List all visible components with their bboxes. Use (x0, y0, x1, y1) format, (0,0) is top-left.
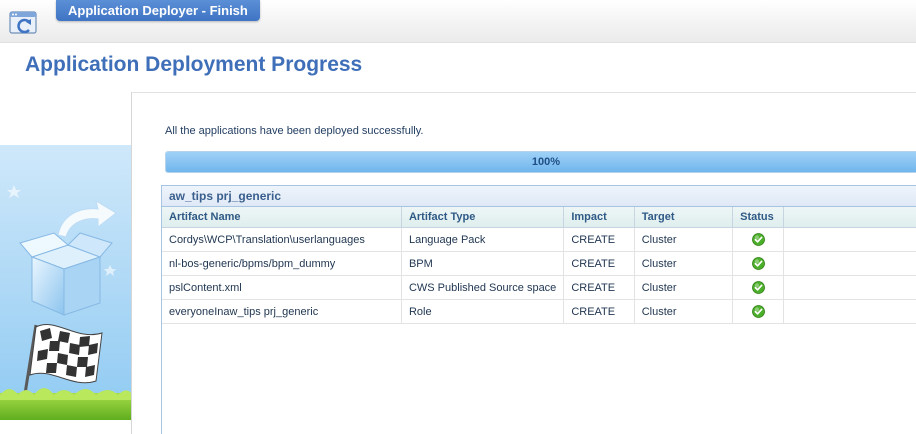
column-header-impact[interactable]: Impact (563, 207, 635, 228)
success-check-icon (751, 281, 765, 294)
artifact-name-cell: pslContent.xml (162, 275, 402, 300)
page-title: Application Deployment Progress (25, 53, 363, 76)
target-cell: Cluster (634, 251, 734, 276)
status-cell (732, 275, 784, 300)
deployment-status-message: All the applications have been deployed … (165, 125, 424, 137)
deployment-banner-illustration (0, 145, 131, 420)
window-title-tab: Application Deployer - Finish (56, 0, 260, 21)
deployment-progress-bar: 100% (165, 151, 916, 173)
deployment-content-panel: All the applications have been deployed … (131, 92, 916, 434)
table-row[interactable]: nl-bos-generic/bpms/bpm_dummy BPM CREATE Cl… (162, 251, 916, 276)
filler-cell (783, 299, 916, 324)
artifact-group-panel: aw_tips prj_generic Artifact Name Artifa… (161, 185, 916, 434)
table-row[interactable]: Cordys\WCP\Translation\userlanguages Lang… (162, 227, 916, 252)
artifacts-table-header: Artifact Name Artifact Type Impact Targe… (162, 207, 916, 228)
filler-cell (783, 251, 916, 276)
column-header-target[interactable]: Target (634, 207, 734, 228)
column-header-filler (783, 207, 916, 228)
application-deployer-icon (9, 9, 39, 35)
impact-cell: CREATE (563, 227, 635, 252)
column-header-artifact-name[interactable]: Artifact Name (162, 207, 402, 228)
filler-cell (783, 275, 916, 300)
table-row[interactable]: pslContent.xml CWS Published Source space… (162, 275, 916, 300)
artifact-type-cell: Language Pack (401, 227, 565, 252)
artifact-type-cell: CWS Published Source space (401, 275, 565, 300)
artifact-group-title: aw_tips prj_generic (162, 186, 916, 207)
column-header-status[interactable]: Status (732, 207, 784, 228)
artifact-type-cell: Role (401, 299, 565, 324)
artifact-name-cell: Cordys\WCP\Translation\userlanguages (162, 227, 402, 252)
artifacts-table: Artifact Name Artifact Type Impact Targe… (162, 207, 916, 324)
success-check-icon (751, 257, 765, 270)
window-header: Application Deployer - Finish (0, 0, 916, 43)
application-deployer-window: Application Deployer - Finish Applicatio… (0, 0, 916, 434)
target-cell: Cluster (634, 275, 734, 300)
target-cell: Cluster (634, 299, 734, 324)
progress-percentage-label: 100% (531, 156, 561, 168)
filler-cell (783, 227, 916, 252)
target-cell: Cluster (634, 227, 734, 252)
impact-cell: CREATE (563, 251, 635, 276)
success-check-icon (751, 305, 765, 318)
artifact-name-cell: everyoneInaw_tips prj_generic (162, 299, 402, 324)
impact-cell: CREATE (563, 299, 635, 324)
impact-cell: CREATE (563, 275, 635, 300)
artifact-type-cell: BPM (401, 251, 565, 276)
status-cell (732, 227, 784, 252)
column-header-artifact-type[interactable]: Artifact Type (401, 207, 565, 228)
table-row[interactable]: everyoneInaw_tips prj_generic Role CREATE C… (162, 299, 916, 324)
status-cell (732, 251, 784, 276)
success-check-icon (751, 233, 765, 246)
artifact-name-cell: nl-bos-generic/bpms/bpm_dummy (162, 251, 402, 276)
status-cell (732, 299, 784, 324)
